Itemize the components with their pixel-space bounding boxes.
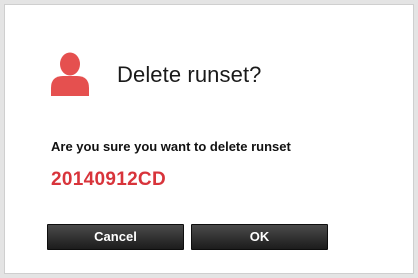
ok-button[interactable]: OK (191, 224, 328, 250)
cancel-button[interactable]: Cancel (47, 224, 184, 250)
delete-runset-dialog: Delete runset? Are you sure you want to … (4, 4, 414, 274)
dialog-header: Delete runset? (49, 51, 262, 99)
runset-name: 20140912CD (51, 169, 166, 190)
dialog-title: Delete runset? (117, 62, 262, 87)
user-icon (49, 52, 91, 98)
confirmation-message: Are you sure you want to delete runset (51, 139, 291, 154)
